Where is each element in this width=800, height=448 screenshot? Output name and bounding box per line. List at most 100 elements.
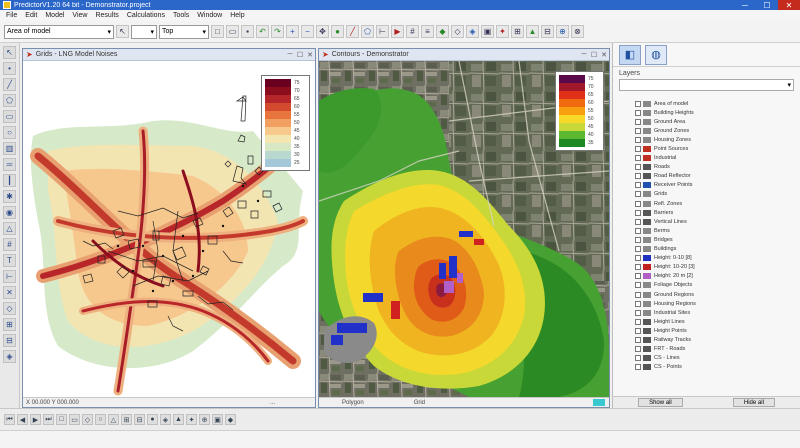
layer-checkbox[interactable] xyxy=(635,136,641,143)
bottom-tool-1[interactable]: □ xyxy=(56,414,67,425)
vtool-measure-button[interactable]: ⊢ xyxy=(3,270,16,283)
zoom-out-button[interactable]: − xyxy=(301,25,314,38)
layer-tree-item[interactable]: Berms xyxy=(635,226,800,235)
layer-tree-item[interactable]: Point Sources xyxy=(635,144,800,153)
menu-model[interactable]: Model xyxy=(41,12,68,19)
layer-checkbox[interactable] xyxy=(635,291,641,298)
vtool-extra-button-3[interactable]: ⊟ xyxy=(3,334,16,347)
layer-tree-item[interactable]: CS - Lines xyxy=(635,354,800,363)
prev-button[interactable]: ◀ xyxy=(17,414,28,425)
layer-tree-item[interactable]: Housing Regions xyxy=(635,299,800,308)
bottom-tool-8[interactable]: ● xyxy=(147,414,158,425)
view-select[interactable]: Top ▾ xyxy=(159,24,209,39)
window-maximize-button[interactable]: ☐ xyxy=(295,51,305,59)
layer-tree-item[interactable]: Bridges xyxy=(635,235,800,244)
layer-checkbox[interactable] xyxy=(635,118,641,125)
layer-checkbox[interactable] xyxy=(635,227,641,234)
layer-tree-item[interactable]: Industrial Sites xyxy=(635,308,800,317)
add-polygon-button[interactable]: ⬠ xyxy=(361,25,374,38)
save-button[interactable]: ▪ xyxy=(241,25,254,38)
layer-checkbox[interactable] xyxy=(635,255,641,262)
layer-checkbox[interactable] xyxy=(635,246,641,253)
layer-select[interactable]: Area of model ▾ xyxy=(4,24,114,39)
vtool-delete-button[interactable]: ✕ xyxy=(3,286,16,299)
bottom-tool-7[interactable]: ⊟ xyxy=(134,414,145,425)
hide-all-button[interactable]: Hide all xyxy=(732,398,775,407)
menu-tools[interactable]: Tools xyxy=(169,12,193,19)
layer-checkbox[interactable] xyxy=(635,309,641,316)
window-maximize-button[interactable]: ☐ xyxy=(589,51,599,59)
layer-checkbox[interactable] xyxy=(635,155,641,162)
undo-button[interactable]: ↶ xyxy=(256,25,269,38)
layer-tree-item[interactable]: Height Lines xyxy=(635,317,800,326)
vtool-receiver-button[interactable]: ◉ xyxy=(3,206,16,219)
vtool-road-button[interactable]: ═ xyxy=(3,158,16,171)
layer-tree-item[interactable]: Refl. Zones xyxy=(635,199,800,208)
menu-results[interactable]: Results xyxy=(91,12,122,19)
select-tool-button[interactable]: ↖ xyxy=(116,25,129,38)
tool-button-10[interactable]: ⊗ xyxy=(571,25,584,38)
tool-button-2[interactable]: ◇ xyxy=(451,25,464,38)
layer-tree-item[interactable]: Railway Tracks xyxy=(635,335,800,344)
layer-tree-item[interactable]: Industrial xyxy=(635,154,800,163)
tool-button-8[interactable]: ⊟ xyxy=(541,25,554,38)
layer-tree-item[interactable]: Road Reflector xyxy=(635,172,800,181)
zoom-in-button[interactable]: + xyxy=(286,25,299,38)
menu-file[interactable]: File xyxy=(2,12,21,19)
vtool-grid-button[interactable]: # xyxy=(3,238,16,251)
layer-tree-item[interactable]: Ground Area xyxy=(635,117,800,126)
layer-tree-item[interactable]: Height: 0-10 [8] xyxy=(635,254,800,263)
tool-button-1[interactable]: ◆ xyxy=(436,25,449,38)
close-button[interactable]: ✕ xyxy=(778,0,800,10)
window-close-button[interactable]: ✕ xyxy=(305,51,315,59)
vtool-building-button[interactable]: ▥ xyxy=(3,142,16,155)
layer-checkbox[interactable] xyxy=(635,209,641,216)
bottom-tool-12[interactable]: ⊕ xyxy=(199,414,210,425)
window-minimize-button[interactable]: ─ xyxy=(285,51,295,58)
layer-tree-item[interactable]: Height Points xyxy=(635,326,800,335)
vtool-source-button[interactable]: ✱ xyxy=(3,190,16,203)
menu-calculations[interactable]: Calculations xyxy=(123,12,169,19)
layer-checkbox[interactable] xyxy=(635,191,641,198)
pan-button[interactable]: ✥ xyxy=(316,25,329,38)
tab-layers[interactable]: ◧ xyxy=(619,44,641,65)
layer-checkbox[interactable] xyxy=(635,127,641,134)
table-button[interactable]: ≡ xyxy=(421,25,434,38)
layer-checkbox[interactable] xyxy=(635,364,641,371)
layer-checkbox[interactable] xyxy=(635,282,641,289)
tab-globe[interactable]: ◍ xyxy=(645,44,667,65)
layer-tree-item[interactable]: Foliage Objects xyxy=(635,281,800,290)
layer-tree-item[interactable]: Ground Regions xyxy=(635,290,800,299)
layer-checkbox[interactable] xyxy=(635,355,641,362)
layer-tree-item[interactable]: Roads xyxy=(635,163,800,172)
menu-view[interactable]: View xyxy=(68,12,91,19)
tool-button-6[interactable]: ⊞ xyxy=(511,25,524,38)
layer-tree-item[interactable]: Height: 20 m [2] xyxy=(635,272,800,281)
layer-tree-item[interactable]: CS - Points xyxy=(635,363,800,372)
bottom-tool-3[interactable]: ◇ xyxy=(82,414,93,425)
layer-checkbox[interactable] xyxy=(635,327,641,334)
measure-button[interactable]: ⊢ xyxy=(376,25,389,38)
first-page-button[interactable]: ⏮ xyxy=(4,414,15,425)
grid-button[interactable]: # xyxy=(406,25,419,38)
vtool-rect-button[interactable]: ▭ xyxy=(3,110,16,123)
new-button[interactable]: □ xyxy=(211,25,224,38)
vtool-polygon-button[interactable]: ⬠ xyxy=(3,94,16,107)
layer-filter-select[interactable]: ▾ xyxy=(619,79,794,91)
window-minimize-button[interactable]: ─ xyxy=(579,51,589,58)
vtool-circle-button[interactable]: ○ xyxy=(3,126,16,139)
layer-tree-item[interactable]: FRT - Roads xyxy=(635,345,800,354)
layer-tree-item[interactable]: Building Heights xyxy=(635,108,800,117)
tool-button-3[interactable]: ◈ xyxy=(466,25,479,38)
show-all-button[interactable]: Show all xyxy=(638,398,683,407)
layer-checkbox[interactable] xyxy=(635,336,641,343)
layer-checkbox[interactable] xyxy=(635,236,641,243)
layer-tree-item[interactable]: Ground Zones xyxy=(635,126,800,135)
layer-checkbox[interactable] xyxy=(635,109,641,116)
vtool-point-button[interactable]: • xyxy=(3,62,16,75)
minimize-button[interactable]: ─ xyxy=(734,0,756,10)
redo-button[interactable]: ↷ xyxy=(271,25,284,38)
layer-checkbox[interactable] xyxy=(635,100,641,107)
layer-checkbox[interactable] xyxy=(635,182,641,189)
bottom-tool-9[interactable]: ◈ xyxy=(160,414,171,425)
